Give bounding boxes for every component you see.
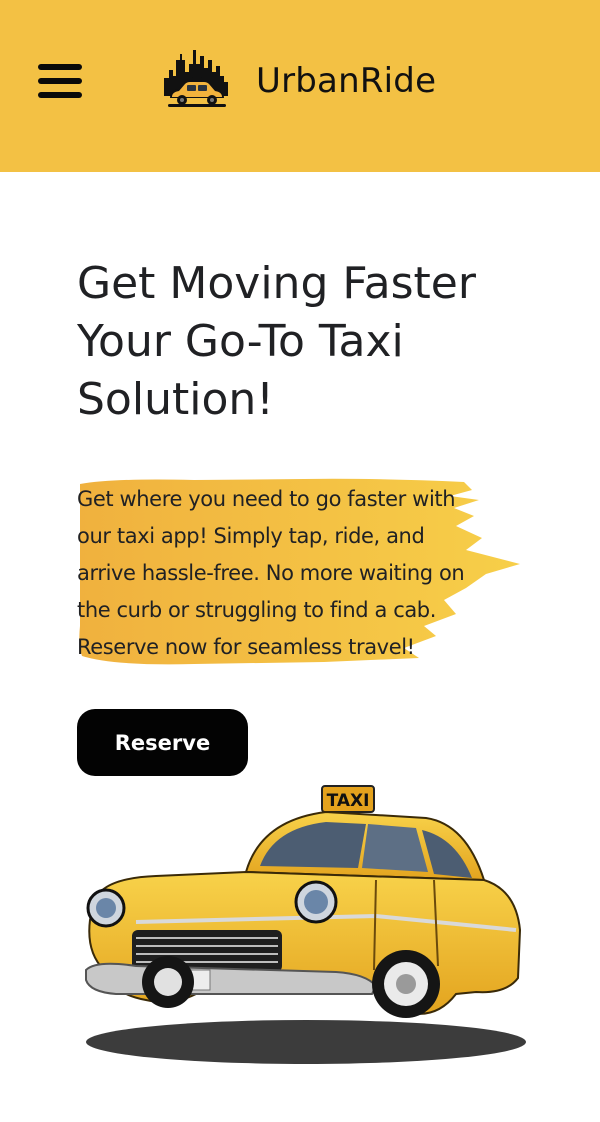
hero-description: Get where you need to go faster with our… [77, 481, 537, 666]
taxi-sign-text: TAXI [327, 791, 370, 811]
hamburger-menu-icon[interactable] [38, 64, 82, 98]
reserve-button[interactable]: Reserve [77, 709, 248, 776]
site-header: UrbanRide [0, 0, 600, 172]
hero-description-line: Reserve now for seamless travel! [77, 635, 415, 659]
hero-description-line: the curb or struggling to find a cab. [77, 598, 437, 622]
hero-title-line: Get Moving Faster [77, 258, 476, 309]
hero-description-line: our taxi app! Simply tap, ride, and [77, 524, 425, 548]
hero-description-line: Get where you need to go faster with [77, 487, 456, 511]
hero-title-line: Solution! [77, 374, 274, 425]
yellow-classic-taxi-illustration-icon: TAXI [85, 785, 526, 1064]
hero-title-line: Your Go-To Taxi [77, 316, 404, 367]
hero-description-line: arrive hassle-free. No more waiting on [77, 561, 465, 585]
brand-link[interactable]: UrbanRide [158, 46, 436, 116]
hero-title: Get Moving Faster Your Go-To Taxi Soluti… [77, 255, 577, 429]
city-skyline-taxi-logo-icon [163, 49, 229, 115]
brand-name: UrbanRide [256, 61, 437, 101]
